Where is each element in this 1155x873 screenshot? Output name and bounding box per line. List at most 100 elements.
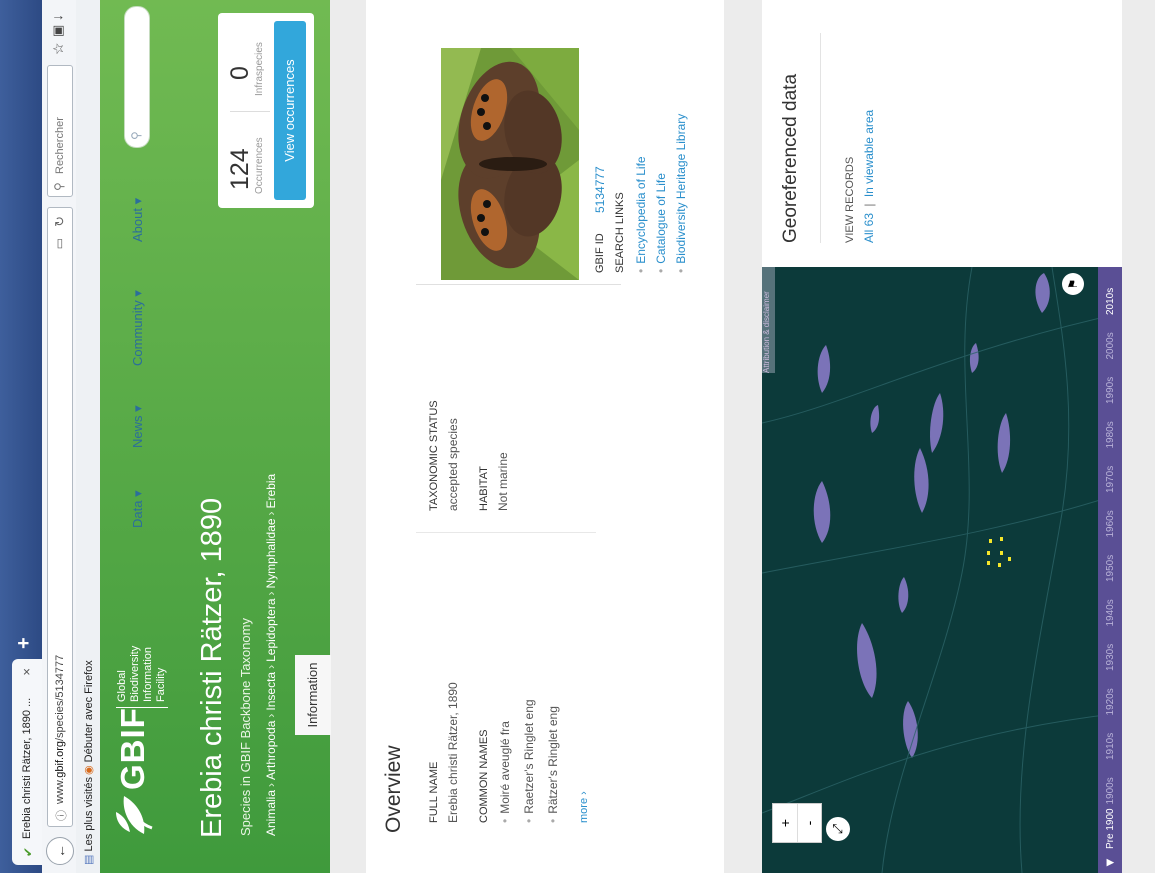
back-arrow-icon[interactable]: ← — [46, 837, 74, 865]
gbif-id-label: GBIF ID — [594, 233, 606, 273]
search-icon: ⚲ — [129, 131, 143, 140]
bookmark-label: Débuter avec Firefox — [83, 660, 95, 763]
timeline-item[interactable]: 1980s — [1105, 421, 1116, 448]
more-link[interactable]: more › — [578, 791, 590, 823]
tab-information[interactable]: Information — [295, 655, 331, 735]
timeline-item[interactable]: 1900s — [1105, 777, 1116, 804]
infraspecies-label: Infraspecies — [254, 42, 265, 96]
link-label: Biodiversity Heritage Library — [674, 113, 688, 264]
butterfly-image — [441, 48, 579, 280]
fullscreen-icon[interactable]: ⤢ — [826, 817, 850, 841]
url-bar[interactable]: ⓘ www.gbif.org/species/5134777 ▭ ↻ — [47, 207, 73, 827]
timeline-item[interactable]: 1990s — [1105, 377, 1116, 404]
new-tab-button[interactable]: + — [13, 637, 36, 649]
species-header: GBIF Global Biodiversity Information Fac… — [100, 0, 331, 873]
breadcrumb: Animalia › Arthropoda › Insecta › Lepidoptera ›… — [264, 474, 278, 836]
occurrence-stats: 124 Occurrences 0 Infraspecies View occu… — [218, 13, 314, 208]
url-domain: gbif.org — [54, 741, 66, 778]
viewable-area-link[interactable]: In viewable area — [862, 110, 876, 197]
funnel-icon[interactable]: ▼ — [1102, 856, 1117, 869]
bookmark-get-started[interactable]: ◉ Débuter avec Firefox — [82, 660, 95, 775]
timeline-item[interactable]: 1910s — [1105, 733, 1116, 760]
link-biodiversity-heritage-library[interactable]: •Biodiversity Heritage Library — [674, 114, 688, 273]
url-text: www.gbif.org/species/5134777 — [54, 655, 66, 804]
overview-card: Overview FULL NAME Erebia christi Rätzer… — [366, 0, 724, 873]
browser-window: ✔ Erebia christi Rätzer, 1890 ... × + ← … — [0, 0, 1155, 873]
breadcrumb-item[interactable]: Erebia — [264, 474, 278, 509]
tab-strip: ✔ Erebia christi Rätzer, 1890 ... × + — [0, 0, 42, 873]
common-name: Moiré aveuglé fra — [498, 721, 512, 814]
occurrence-markers — [987, 537, 1011, 567]
link-separator: | — [862, 203, 876, 207]
timeline-item[interactable]: 1940s — [1105, 599, 1116, 626]
breadcrumb-item[interactable]: Animalia — [264, 790, 278, 836]
download-icon[interactable]: ↓ — [49, 14, 65, 21]
zoom-in-button[interactable]: + — [773, 804, 798, 842]
timeline-item[interactable]: Pre 1900 — [1105, 808, 1116, 849]
breadcrumb-item[interactable]: Lepidoptera — [264, 599, 278, 662]
occurrences-count: 124 — [226, 148, 254, 190]
browser-tab[interactable]: ✔ Erebia christi Rätzer, 1890 ... × — [12, 659, 42, 865]
infraspecies-count: 0 — [226, 66, 254, 80]
bookmarks-bar: ▤ Les plus visités ◉ Débuter avec Firefo… — [76, 0, 100, 873]
common-name: Raetzer's Ringlet eng — [522, 699, 536, 814]
nav-about[interactable]: About ▾ — [130, 198, 146, 242]
habitat-label: HABITAT — [478, 466, 490, 511]
view-occurrences-button[interactable]: View occurrences — [274, 21, 306, 200]
nav-news[interactable]: News ▾ — [130, 405, 146, 448]
occurrences-label: Occurrences — [254, 137, 265, 194]
georeferenced-title: Georeferenced data — [780, 73, 801, 243]
gbif-favicon-icon: ✔ — [21, 846, 35, 857]
column-divider — [416, 284, 621, 285]
time-filter-bar: ▼ Pre 1900 1900s 1910s 1920s 1930s 1940s 1950s… — [1098, 267, 1122, 873]
timeline-item[interactable]: 1920s — [1105, 688, 1116, 715]
bookmark-icon: ▤ — [83, 851, 95, 865]
timeline-item[interactable]: 2010s — [1105, 288, 1116, 315]
map-attribution[interactable]: Attribution & disclaimer — [762, 267, 775, 373]
reload-icon[interactable]: ↻ — [52, 216, 68, 227]
view-records-label: VIEW RECORDS — [844, 156, 856, 243]
gbif-id-link[interactable]: 5134777 — [593, 166, 607, 213]
breadcrumb-item[interactable]: Insecta — [264, 672, 278, 711]
list-item: •Moiré aveuglé fra — [498, 721, 512, 823]
timeline-item[interactable]: 1960s — [1105, 510, 1116, 537]
close-tab-icon[interactable]: × — [19, 668, 34, 676]
info-icon[interactable]: ⓘ — [53, 810, 69, 821]
breadcrumb-separator: › — [264, 511, 278, 516]
timeline-item[interactable]: 2000s — [1105, 332, 1116, 359]
logo-name-line1: Global Biodiversity — [116, 645, 141, 702]
timeline-item[interactable]: 1970s — [1105, 466, 1116, 493]
star-icon[interactable]: ☆ — [50, 42, 67, 55]
timeline-item[interactable]: 1950s — [1105, 555, 1116, 582]
link-encyclopedia-of-life[interactable]: •Encyclopedia of Life — [634, 156, 648, 273]
map-canvas — [762, 267, 1122, 873]
screenshot: ✔ Erebia christi Rätzer, 1890 ... × + ← … — [0, 0, 1155, 873]
link-catalogue-of-life[interactable]: •Catalogue of Life — [654, 173, 668, 273]
search-links-label: SEARCH LINKS — [614, 192, 626, 273]
column-divider — [416, 532, 596, 533]
all-records-link[interactable]: All 63 — [862, 213, 876, 243]
site-search-input[interactable]: ⚲ — [124, 6, 150, 148]
occurrence-map[interactable]: + - ⤢ Attribution & disclaimer ⚑ ▼ Pre 1… — [762, 267, 1122, 873]
breadcrumb-item[interactable]: Arthropoda — [264, 721, 278, 780]
view-records-links: All 63 | In viewable area — [862, 110, 876, 243]
breadcrumb-item[interactable]: Nymphalidae — [264, 518, 278, 588]
taxonomic-status-label: TAXONOMIC STATUS — [428, 400, 440, 511]
search-box[interactable]: ⚲ Rechercher — [47, 65, 73, 197]
species-photo[interactable] — [441, 48, 579, 280]
gbif-leaf-icon — [116, 796, 153, 834]
gbif-logo[interactable]: GBIF Global Biodiversity Information Fac… — [110, 638, 170, 838]
firefox-icon: ◉ — [83, 762, 95, 775]
bookmark-most-visited[interactable]: ▤ Les plus visités — [82, 777, 95, 865]
map-layers-icon[interactable]: ⚑ — [1062, 273, 1084, 295]
page-title: Erebia christi Rätzer, 1890 — [196, 497, 228, 838]
reader-view-icon[interactable]: ▭ — [52, 238, 66, 249]
zoom-out-button[interactable]: - — [798, 804, 822, 842]
pocket-icon[interactable]: ▣ — [50, 25, 66, 37]
nav-data[interactable]: Data ▾ — [130, 490, 146, 528]
zoom-control: + - — [772, 803, 822, 843]
nav-community[interactable]: Community ▾ — [130, 290, 146, 366]
breadcrumb-separator: › — [264, 782, 278, 787]
timeline-item[interactable]: 1930s — [1105, 644, 1116, 671]
logo-full-name: Global Biodiversity Information Facility — [116, 638, 168, 708]
